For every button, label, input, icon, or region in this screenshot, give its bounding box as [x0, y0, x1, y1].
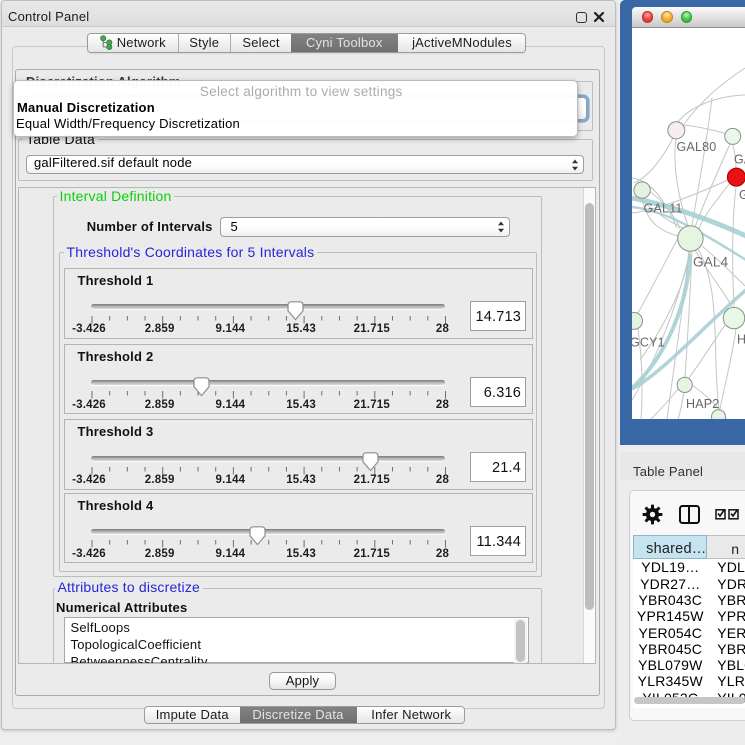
svg-text:H: H: [737, 332, 745, 346]
svg-text:GA: GA: [734, 152, 745, 166]
svg-text:GCY1: GCY1: [632, 335, 665, 349]
svg-text:G: G: [739, 188, 745, 202]
svg-text:GAL4: GAL4: [693, 254, 729, 269]
svg-text:GAL11: GAL11: [643, 201, 682, 215]
svg-text:GAL80: GAL80: [676, 140, 716, 154]
svg-text:HAP2: HAP2: [686, 397, 719, 411]
